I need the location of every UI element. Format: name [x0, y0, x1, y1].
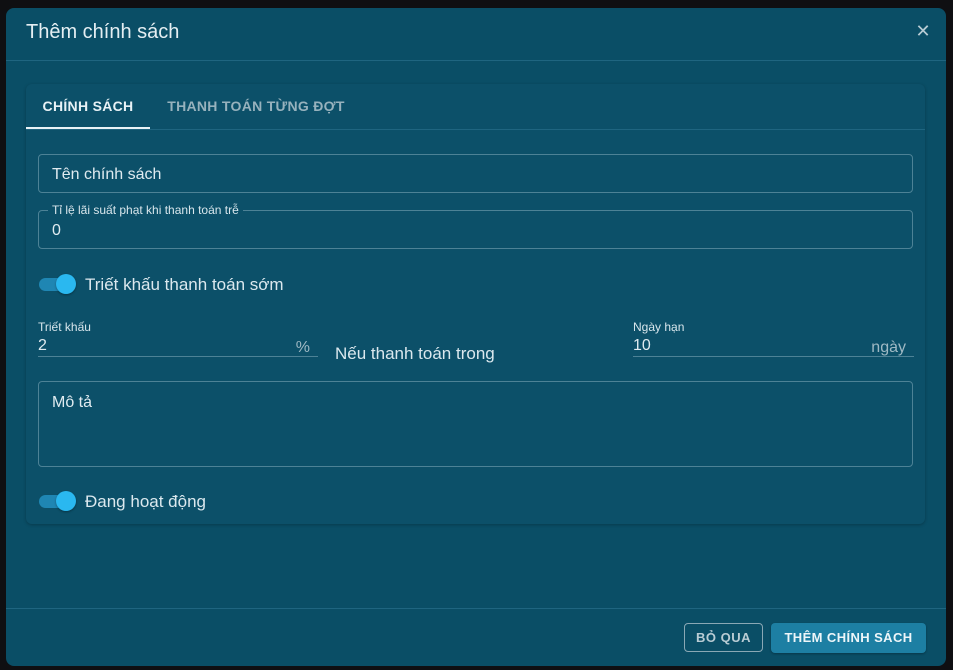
discount-input[interactable]: Triết khấu 2 %	[38, 320, 318, 357]
due-days-label: Ngày hạn	[633, 320, 685, 334]
description-textarea[interactable]: Mô tả	[38, 381, 913, 467]
late-penalty-rate-value: 0	[52, 222, 61, 239]
add-policy-button[interactable]: THÊM CHÍNH SÁCH	[771, 623, 926, 653]
toggle-thumb	[56, 274, 76, 294]
policy-name-input[interactable]: Tên chính sách	[38, 154, 913, 193]
active-status-toggle[interactable]	[38, 491, 76, 511]
close-icon[interactable]: ✕	[914, 22, 932, 40]
early-payment-discount-toggle[interactable]	[38, 274, 76, 294]
condition-text: Nếu thanh toán trong	[335, 344, 495, 363]
add-policy-dialog: Thêm chính sách ✕ CHÍNH SÁCH THANH TOÁN …	[6, 8, 946, 666]
tab-bar: CHÍNH SÁCH THANH TOÁN TỪNG ĐỢT	[26, 84, 925, 130]
policy-form-card: CHÍNH SÁCH THANH TOÁN TỪNG ĐỢT Tên chính…	[26, 84, 925, 524]
due-days-input[interactable]: Ngày hạn 10 ngày	[633, 320, 914, 357]
discount-label: Triết khấu	[38, 320, 91, 334]
tab-policy[interactable]: CHÍNH SÁCH	[26, 84, 150, 129]
description-placeholder: Mô tả	[52, 394, 93, 411]
due-days-value: 10	[633, 337, 651, 354]
dialog-footer: BỎ QUA THÊM CHÍNH SÁCH	[6, 608, 946, 666]
days-suffix: ngày	[871, 339, 906, 356]
late-penalty-rate-label: Tỉ lệ lãi suất phạt khi thanh toán trễ	[48, 203, 243, 217]
policy-name-placeholder: Tên chính sách	[52, 166, 162, 183]
early-payment-discount-label: Triết khấu thanh toán sớm	[85, 275, 284, 294]
dialog-header: Thêm chính sách ✕	[6, 8, 946, 61]
cancel-button[interactable]: BỎ QUA	[684, 623, 763, 652]
dialog-title: Thêm chính sách	[26, 21, 180, 43]
late-penalty-rate-input[interactable]: Tỉ lệ lãi suất phạt khi thanh toán trễ 0	[38, 203, 913, 249]
active-status-label: Đang hoạt động	[85, 492, 206, 511]
tab-installment-payment[interactable]: THANH TOÁN TỪNG ĐỢT	[150, 84, 362, 129]
discount-value: 2	[38, 337, 47, 354]
percent-suffix: %	[295, 339, 310, 356]
toggle-thumb	[56, 491, 76, 511]
